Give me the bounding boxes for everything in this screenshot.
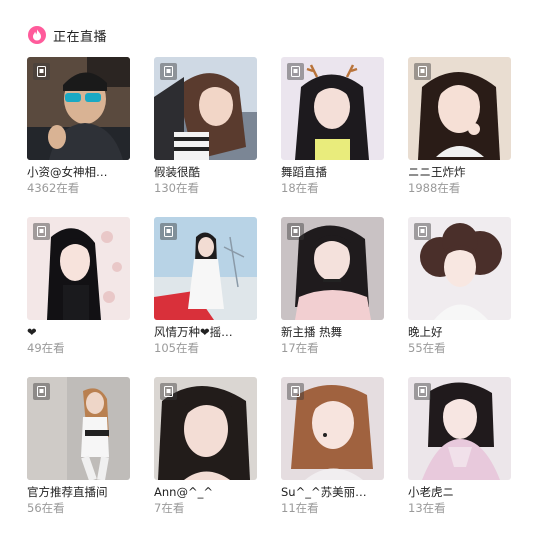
stream-card[interactable]: 小老虎ニ 13在看 — [408, 377, 511, 535]
viewer-count: 130在看 — [154, 181, 199, 195]
viewer-count: 56在看 — [27, 501, 65, 515]
stream-thumbnail[interactable] — [154, 217, 257, 320]
stream-title[interactable]: 风情万种❤摇… — [154, 325, 257, 340]
stream-card[interactable]: 风情万种❤摇… 105在看 — [154, 217, 257, 377]
stream-card[interactable]: Su^_^苏美丽… 11在看 — [281, 377, 384, 535]
stream-card[interactable]: 假装很酷 130在看 — [154, 57, 257, 217]
live-badge-icon — [33, 223, 50, 240]
stream-thumbnail[interactable] — [281, 217, 384, 320]
live-badge-icon — [160, 383, 177, 400]
stream-card[interactable]: 官方推荐直播间 56在看 — [27, 377, 130, 535]
live-badge-icon — [414, 63, 431, 80]
stream-title[interactable]: 小资@女神相… — [27, 165, 130, 180]
stream-grid: 小资@女神相… 4362在看 假装很酷 130在看 舞蹈直播 18在看 ニニ王炸… — [27, 57, 511, 535]
viewer-count: 49在看 — [27, 341, 65, 355]
stream-title[interactable]: Su^_^苏美丽… — [281, 485, 384, 500]
stream-title[interactable]: 小老虎ニ — [408, 485, 511, 500]
stream-title[interactable]: ❤ — [27, 325, 130, 340]
stream-thumbnail[interactable] — [408, 217, 511, 320]
live-badge-icon — [414, 383, 431, 400]
viewer-count: 55在看 — [408, 341, 446, 355]
stream-title[interactable]: Ann@^_^ — [154, 485, 257, 500]
live-badge-icon — [160, 223, 177, 240]
live-badge-icon — [160, 63, 177, 80]
stream-card[interactable]: ❤ 49在看 — [27, 217, 130, 377]
stream-card[interactable]: 舞蹈直播 18在看 — [281, 57, 384, 217]
live-badge-icon — [33, 383, 50, 400]
stream-thumbnail[interactable] — [408, 377, 511, 480]
stream-card[interactable]: ニニ王炸炸 1988在看 — [408, 57, 511, 217]
stream-title[interactable]: 官方推荐直播间 — [27, 485, 130, 500]
stream-thumbnail[interactable] — [27, 57, 130, 160]
live-badge-icon — [414, 223, 431, 240]
stream-thumbnail[interactable] — [281, 57, 384, 160]
stream-card[interactable]: 新主播 热舞 17在看 — [281, 217, 384, 377]
stream-title[interactable]: 假装很酷 — [154, 165, 257, 180]
stream-title[interactable]: 晚上好 — [408, 325, 511, 340]
stream-thumbnail[interactable] — [154, 57, 257, 160]
flame-icon — [28, 26, 46, 44]
stream-card[interactable]: 小资@女神相… 4362在看 — [27, 57, 130, 217]
viewer-count: 4362在看 — [27, 181, 80, 195]
stream-thumbnail[interactable] — [27, 217, 130, 320]
viewer-count: 105在看 — [154, 341, 199, 355]
viewer-count: 1988在看 — [408, 181, 461, 195]
stream-thumbnail[interactable] — [154, 377, 257, 480]
stream-card[interactable]: 晚上好 55在看 — [408, 217, 511, 377]
viewer-count: 17在看 — [281, 341, 319, 355]
viewer-count: 13在看 — [408, 501, 446, 515]
stream-thumbnail[interactable] — [408, 57, 511, 160]
stream-title[interactable]: ニニ王炸炸 — [408, 165, 511, 180]
live-now-section: 正在直播 小资@女神相… 4362在看 假装很酷 130在看 舞蹈直播 18在看… — [0, 0, 534, 535]
live-badge-icon — [287, 63, 304, 80]
viewer-count: 18在看 — [281, 181, 319, 195]
live-badge-icon — [33, 63, 50, 80]
section-header: 正在直播 — [28, 24, 107, 46]
live-badge-icon — [287, 383, 304, 400]
live-badge-icon — [287, 223, 304, 240]
stream-title[interactable]: 新主播 热舞 — [281, 325, 384, 340]
stream-thumbnail[interactable] — [27, 377, 130, 480]
viewer-count: 7在看 — [154, 501, 185, 515]
section-title: 正在直播 — [53, 29, 108, 45]
viewer-count: 11在看 — [281, 501, 319, 515]
stream-thumbnail[interactable] — [281, 377, 384, 480]
stream-title[interactable]: 舞蹈直播 — [281, 165, 384, 180]
stream-card[interactable]: Ann@^_^ 7在看 — [154, 377, 257, 535]
